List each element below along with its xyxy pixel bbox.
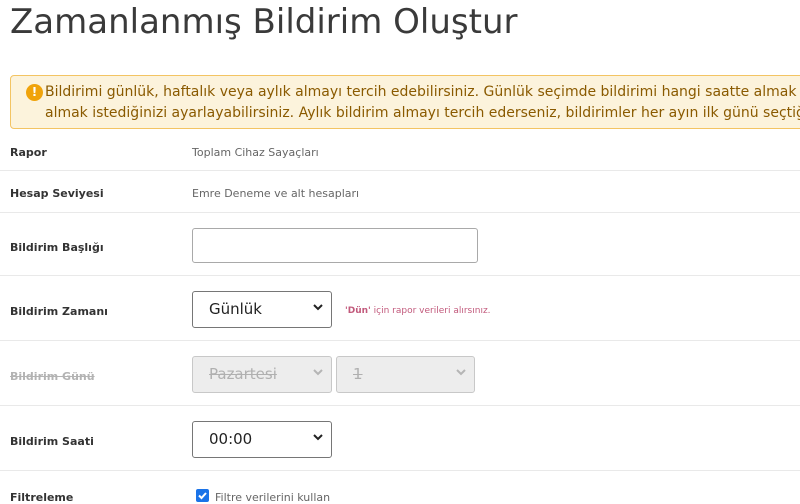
chevron-down-icon	[456, 369, 466, 376]
filter-checkbox-label: Filtre verilerini kullan	[215, 491, 331, 504]
filter-label: Filtreleme	[10, 491, 74, 504]
info-alert: ! Bildirimi günlük, haftalık veya aylık …	[10, 75, 800, 129]
notification-time-label: Bildirim Zamanı	[10, 305, 108, 318]
hint-bold: 'Dün'	[345, 306, 371, 316]
account-level-label: Hesap Seviyesi	[10, 187, 104, 200]
row-divider	[0, 170, 800, 171]
notification-hour-selected: 00:00	[209, 430, 253, 448]
row-divider	[0, 405, 800, 406]
notification-time-hint: 'Dün' için rapor verileri alırsınız.	[345, 306, 491, 316]
notification-title-input[interactable]	[192, 228, 478, 263]
notification-time-selected: Günlük	[209, 300, 262, 318]
alert-text-line-1: Bildirimi günlük, haftalık veya aylık al…	[45, 84, 800, 100]
row-divider	[0, 340, 800, 341]
alert-text-line-2: almak istediğinizi ayarlayabilirsiniz. A…	[45, 105, 800, 121]
notification-time-select[interactable]: Günlük	[192, 291, 332, 328]
chevron-down-icon	[313, 304, 323, 311]
hint-rest: için rapor verileri alırsınız.	[370, 306, 491, 316]
filter-checkbox[interactable]	[196, 489, 209, 502]
row-divider	[0, 275, 800, 276]
day-number-select: 1	[336, 356, 475, 393]
weekday-select: Pazartesi	[192, 356, 332, 393]
exclamation-circle-icon: !	[26, 84, 43, 101]
report-label: Rapor	[10, 146, 47, 159]
notification-title-label: Bildirim Başlığı	[10, 241, 104, 254]
day-number-selected: 1	[353, 365, 363, 383]
notification-day-label: Bildirim Günü	[10, 370, 95, 383]
row-divider	[0, 212, 800, 213]
notification-hour-label: Bildirim Saati	[10, 435, 94, 448]
chevron-down-icon	[313, 434, 323, 441]
report-value: Toplam Cihaz Sayaçları	[192, 146, 319, 159]
notification-hour-select[interactable]: 00:00	[192, 421, 332, 458]
checkmark-icon	[198, 492, 207, 500]
chevron-down-icon	[313, 369, 323, 376]
row-divider	[0, 470, 800, 471]
page-title: Zamanlanmış Bildirim Oluştur	[10, 2, 518, 42]
weekday-selected: Pazartesi	[209, 365, 277, 383]
account-level-value: Emre Deneme ve alt hesapları	[192, 187, 360, 200]
